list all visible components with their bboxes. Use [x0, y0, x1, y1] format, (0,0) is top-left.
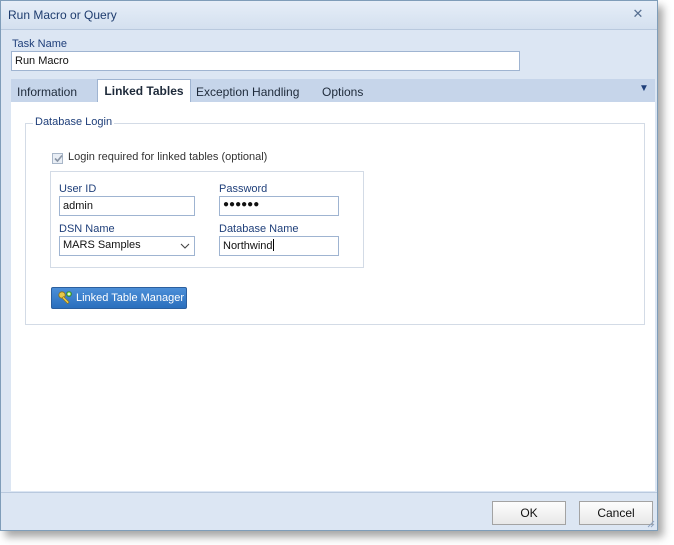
database-name-input[interactable]: Northwind — [219, 236, 339, 256]
password-label: Password — [219, 183, 268, 195]
ok-button[interactable]: OK — [492, 501, 566, 525]
key-icon — [58, 291, 72, 305]
tab-strip: Information Linked Tables Exception Hand… — [11, 79, 655, 104]
run-macro-dialog: Run Macro or Query ✕ Task Name Informati… — [0, 0, 658, 531]
database-login-group: Database Login Login required for linked… — [25, 116, 645, 325]
footer-divider — [1, 492, 657, 493]
linked-table-manager-label: Linked Table Manager — [76, 292, 185, 304]
tab-options[interactable]: Options — [322, 82, 363, 102]
user-id-label: User ID — [59, 183, 97, 195]
task-name-label: Task Name — [12, 38, 68, 50]
credentials-box: User ID Password ●●●●●● DSN Name MARS Sa… — [50, 171, 364, 268]
linked-table-manager-button[interactable]: Linked Table Manager — [51, 287, 187, 309]
linked-tables-panel: Database Login Login required for linked… — [11, 102, 655, 491]
dsn-name-value: MARS Samples — [63, 239, 141, 251]
resize-grip-icon[interactable] — [645, 518, 655, 528]
password-input[interactable]: ●●●●●● — [219, 196, 339, 216]
cancel-button[interactable]: Cancel — [579, 501, 653, 525]
chevron-down-icon[interactable] — [180, 241, 190, 251]
login-required-checkbox[interactable] — [52, 153, 63, 164]
task-name-input[interactable] — [11, 51, 520, 71]
title-bar[interactable]: Run Macro or Query ✕ — [1, 1, 657, 30]
dsn-name-label: DSN Name — [59, 223, 115, 235]
ok-button-label: OK — [520, 506, 538, 520]
database-name-label: Database Name — [219, 223, 299, 235]
tab-exception-handling[interactable]: Exception Handling — [196, 82, 299, 102]
database-name-value: Northwind — [223, 240, 273, 252]
tab-list-dropdown-icon[interactable]: ▼ — [639, 83, 651, 95]
tab-linked-tables[interactable]: Linked Tables — [97, 79, 191, 104]
user-id-input[interactable] — [59, 196, 195, 216]
text-caret — [272, 239, 274, 251]
tab-information[interactable]: Information — [17, 82, 77, 102]
dsn-name-select[interactable]: MARS Samples — [59, 236, 195, 256]
window-title: Run Macro or Query — [8, 8, 117, 22]
close-icon[interactable]: ✕ — [631, 7, 645, 21]
checkmark-icon — [54, 154, 63, 163]
database-login-title: Database Login — [33, 116, 115, 128]
cancel-button-label: Cancel — [597, 506, 635, 520]
login-required-label: Login required for linked tables (option… — [68, 151, 268, 163]
